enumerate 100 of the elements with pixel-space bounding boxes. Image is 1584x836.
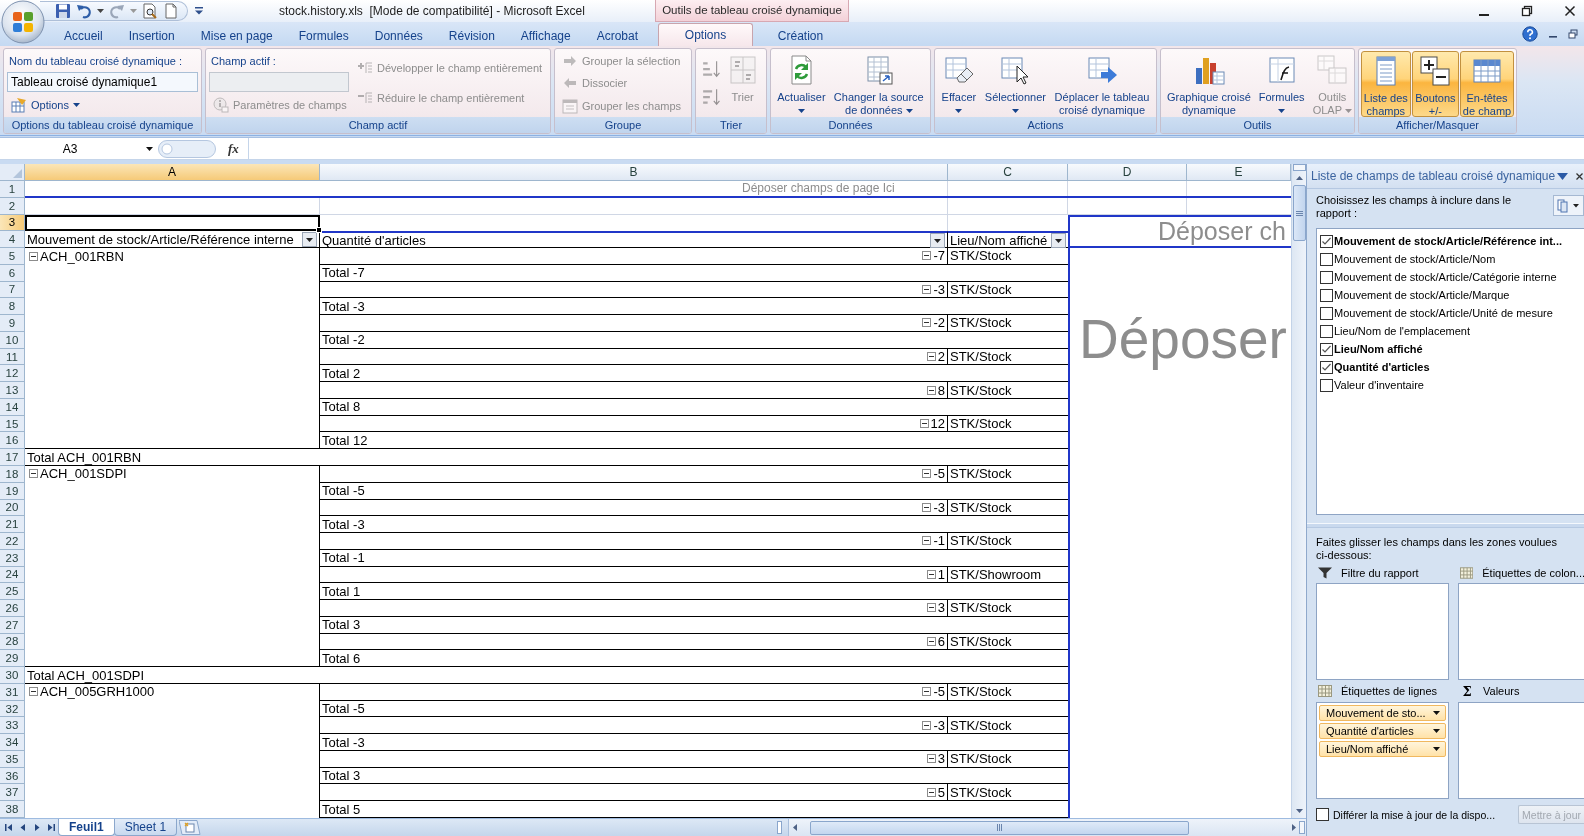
office-logo-icon[interactable]	[1, 0, 45, 44]
row-header[interactable]: 17	[0, 449, 25, 466]
row-header[interactable]: 5	[0, 248, 25, 265]
fill-handle-icon[interactable]	[316, 227, 322, 234]
collapse-icon[interactable]	[922, 251, 932, 261]
scrollbar-thumb[interactable]	[810, 820, 1189, 835]
help-icon[interactable]	[1522, 26, 1538, 42]
checkbox[interactable]	[1320, 306, 1333, 320]
ribbon-tab[interactable]: Formules	[285, 24, 362, 46]
checkbox[interactable]	[1320, 342, 1333, 356]
ribbon-button[interactable]: Formules	[1255, 50, 1308, 116]
insert-function-button[interactable]: fx	[225, 140, 242, 157]
ribbon-tab[interactable]: Création	[753, 24, 848, 46]
tab-split-handle-icon[interactable]	[777, 821, 782, 834]
restore-icon[interactable]	[1521, 5, 1533, 17]
field-name[interactable]: Quantité d'articles	[1334, 361, 1430, 373]
checkbox[interactable]	[1320, 234, 1333, 248]
ribbon-tab[interactable]: Données	[361, 24, 436, 46]
ribbon-button[interactable]: Effacer	[938, 50, 980, 116]
collapse-icon[interactable]	[922, 720, 932, 730]
last-sheet-icon[interactable]	[47, 823, 55, 832]
row-header[interactable]: 26	[0, 600, 25, 617]
row-header[interactable]: 22	[0, 533, 25, 550]
row-header[interactable]: 1	[0, 181, 25, 198]
new-document-icon[interactable]	[163, 3, 179, 19]
ribbon-button[interactable]: Changer la source de données	[830, 50, 927, 116]
toggle-button[interactable]: En-têtes de champ	[1459, 50, 1515, 117]
collapse-icon[interactable]	[922, 284, 932, 294]
field-chip[interactable]: Lieu/Nom affiché	[1319, 741, 1446, 757]
name-box[interactable]: A3	[0, 138, 140, 159]
row-header[interactable]: 9	[0, 315, 25, 332]
field-name[interactable]: Valeur d'inventaire	[1334, 379, 1424, 391]
ribbon-tab[interactable]: Accueil	[51, 24, 116, 46]
caret-icon[interactable]	[905, 109, 913, 114]
checkbox[interactable]	[1320, 288, 1333, 302]
ribbon-button[interactable]: Actualiser	[774, 50, 829, 116]
collapse-icon[interactable]	[922, 469, 932, 479]
ribbon-tab[interactable]: Insertion	[115, 24, 188, 46]
close-icon[interactable]	[1576, 172, 1583, 180]
collapse-icon[interactable]	[922, 536, 932, 546]
caret-icon[interactable]	[1011, 109, 1019, 113]
field-name[interactable]: Mouvement de stock/Article/Référence int...	[1334, 235, 1562, 247]
collapse-icon[interactable]	[922, 502, 932, 512]
field-chip[interactable]: Mouvement de sto...	[1319, 705, 1446, 721]
toolbar-menu-icon[interactable]	[195, 7, 203, 15]
drop-area[interactable]	[1458, 583, 1584, 680]
text-field[interactable]: Tableau croisé dynamique1	[7, 72, 198, 92]
drop-area[interactable]	[1458, 702, 1584, 799]
row-header[interactable]: 34	[0, 734, 25, 751]
collapse-icon[interactable]	[926, 636, 936, 646]
row-header[interactable]: 37	[0, 784, 25, 802]
close-icon[interactable]	[1564, 5, 1576, 17]
toggle-button[interactable]: Liste des champs	[1360, 50, 1411, 117]
checkbox[interactable]	[1320, 360, 1333, 374]
save-icon[interactable]	[55, 3, 71, 19]
drop-area[interactable]	[1316, 583, 1449, 680]
checkbox[interactable]	[1320, 252, 1333, 266]
column-header[interactable]: C	[948, 164, 1068, 181]
ribbon-tab[interactable]: Affichage	[507, 24, 584, 46]
caret-icon[interactable]	[1433, 747, 1440, 751]
ribbon-button[interactable]: Déplacer le tableau croisé dynamique	[1051, 50, 1153, 116]
ribbon-tab[interactable]: Mise en page	[187, 24, 286, 46]
field-name[interactable]: Mouvement de stock/Article/Nom	[1334, 253, 1496, 265]
checkbox[interactable]	[1320, 270, 1333, 284]
caret-icon[interactable]	[955, 109, 963, 113]
checkbox[interactable]	[1320, 378, 1333, 392]
scroll-left-icon[interactable]	[790, 821, 800, 834]
collapse-icon[interactable]	[29, 469, 38, 479]
column-header[interactable]: B	[320, 164, 948, 181]
horizontal-scrollbar[interactable]	[788, 819, 1306, 836]
collapse-icon[interactable]	[919, 419, 929, 429]
first-sheet-icon[interactable]	[5, 823, 13, 832]
collapse-icon[interactable]	[926, 352, 936, 361]
field-name[interactable]: Lieu/Nom affiché	[1334, 343, 1423, 355]
sheet-tab[interactable]: Sheet 1	[113, 819, 178, 836]
row-header[interactable]: 30	[0, 667, 25, 684]
caret-icon[interactable]	[146, 146, 153, 151]
checkbox[interactable]	[1320, 324, 1333, 338]
row-header[interactable]: 29	[0, 650, 25, 668]
field-name[interactable]: Mouvement de stock/Article/Marque	[1334, 289, 1510, 301]
row-header[interactable]: 8	[0, 298, 25, 316]
vertical-scrollbar[interactable]	[1291, 164, 1306, 818]
collapse-icon[interactable]	[926, 569, 936, 579]
caret-icon[interactable]	[72, 102, 80, 107]
collapse-icon[interactable]	[926, 385, 936, 395]
scrollbar-thumb[interactable]	[1292, 185, 1306, 241]
ribbon-button[interactable]: Options	[7, 93, 84, 116]
collapse-icon[interactable]	[926, 787, 936, 797]
collapse-icon[interactable]	[29, 687, 38, 697]
column-header[interactable]: E	[1187, 164, 1291, 181]
field-chip[interactable]: Quantité d'articles	[1319, 723, 1446, 739]
collapse-icon[interactable]	[29, 251, 38, 261]
column-header[interactable]: A	[25, 164, 320, 181]
field-name[interactable]: Lieu/Nom de l'emplacement	[1334, 325, 1470, 337]
row-header[interactable]: 16	[0, 432, 25, 450]
collapse-icon[interactable]	[922, 318, 932, 328]
collapse-icon[interactable]	[922, 687, 932, 697]
previous-sheet-icon[interactable]	[19, 823, 27, 832]
row-header[interactable]: 12	[0, 365, 25, 383]
toggle-button[interactable]: Boutons +/-	[1411, 50, 1459, 117]
